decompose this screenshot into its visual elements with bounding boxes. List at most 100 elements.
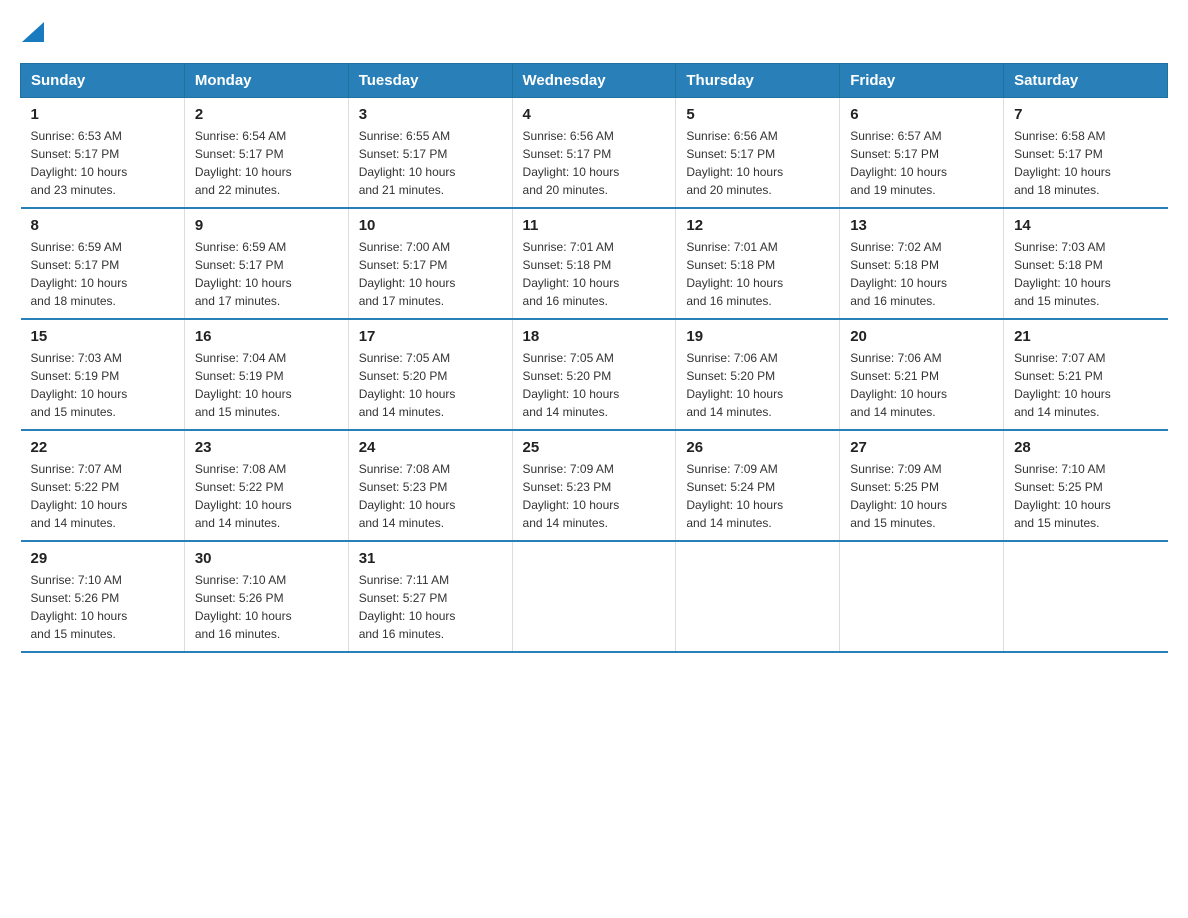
calendar-day-cell: 27 Sunrise: 7:09 AMSunset: 5:25 PMDaylig… (840, 430, 1004, 541)
day-info: Sunrise: 6:54 AMSunset: 5:17 PMDaylight:… (195, 129, 292, 197)
calendar-day-cell: 8 Sunrise: 6:59 AMSunset: 5:17 PMDayligh… (21, 208, 185, 319)
day-info: Sunrise: 6:58 AMSunset: 5:17 PMDaylight:… (1014, 129, 1111, 197)
day-info: Sunrise: 6:56 AMSunset: 5:17 PMDaylight:… (523, 129, 620, 197)
day-info: Sunrise: 6:59 AMSunset: 5:17 PMDaylight:… (31, 240, 128, 308)
calendar-day-cell: 16 Sunrise: 7:04 AMSunset: 5:19 PMDaylig… (184, 319, 348, 430)
day-info: Sunrise: 7:10 AMSunset: 5:26 PMDaylight:… (195, 573, 292, 641)
calendar-day-cell: 15 Sunrise: 7:03 AMSunset: 5:19 PMDaylig… (21, 319, 185, 430)
day-number: 17 (359, 328, 502, 345)
calendar-day-cell: 12 Sunrise: 7:01 AMSunset: 5:18 PMDaylig… (676, 208, 840, 319)
calendar-week-row: 15 Sunrise: 7:03 AMSunset: 5:19 PMDaylig… (21, 319, 1168, 430)
calendar-day-cell: 24 Sunrise: 7:08 AMSunset: 5:23 PMDaylig… (348, 430, 512, 541)
calendar-week-row: 8 Sunrise: 6:59 AMSunset: 5:17 PMDayligh… (21, 208, 1168, 319)
calendar-day-cell: 9 Sunrise: 6:59 AMSunset: 5:17 PMDayligh… (184, 208, 348, 319)
calendar-week-row: 1 Sunrise: 6:53 AMSunset: 5:17 PMDayligh… (21, 98, 1168, 209)
day-number: 25 (523, 439, 666, 456)
day-number: 28 (1014, 439, 1157, 456)
day-info: Sunrise: 7:01 AMSunset: 5:18 PMDaylight:… (686, 240, 783, 308)
day-number: 14 (1014, 217, 1157, 234)
day-info: Sunrise: 7:02 AMSunset: 5:18 PMDaylight:… (850, 240, 947, 308)
day-info: Sunrise: 7:06 AMSunset: 5:20 PMDaylight:… (686, 351, 783, 419)
calendar-day-cell: 31 Sunrise: 7:11 AMSunset: 5:27 PMDaylig… (348, 541, 512, 652)
day-info: Sunrise: 7:10 AMSunset: 5:26 PMDaylight:… (31, 573, 128, 641)
day-number: 23 (195, 439, 338, 456)
day-number: 2 (195, 106, 338, 123)
calendar-day-cell: 22 Sunrise: 7:07 AMSunset: 5:22 PMDaylig… (21, 430, 185, 541)
header-saturday: Saturday (1004, 64, 1168, 98)
day-number: 1 (31, 106, 174, 123)
day-number: 27 (850, 439, 993, 456)
header-thursday: Thursday (676, 64, 840, 98)
calendar-day-cell: 1 Sunrise: 6:53 AMSunset: 5:17 PMDayligh… (21, 98, 185, 209)
day-number: 10 (359, 217, 502, 234)
calendar-day-cell: 13 Sunrise: 7:02 AMSunset: 5:18 PMDaylig… (840, 208, 1004, 319)
calendar-body: 1 Sunrise: 6:53 AMSunset: 5:17 PMDayligh… (21, 98, 1168, 653)
day-info: Sunrise: 7:06 AMSunset: 5:21 PMDaylight:… (850, 351, 947, 419)
day-info: Sunrise: 6:56 AMSunset: 5:17 PMDaylight:… (686, 129, 783, 197)
calendar-day-cell (840, 541, 1004, 652)
header-tuesday: Tuesday (348, 64, 512, 98)
calendar-day-cell: 5 Sunrise: 6:56 AMSunset: 5:17 PMDayligh… (676, 98, 840, 209)
day-info: Sunrise: 7:03 AMSunset: 5:18 PMDaylight:… (1014, 240, 1111, 308)
calendar-table: Sunday Monday Tuesday Wednesday Thursday… (20, 63, 1168, 653)
calendar-week-row: 22 Sunrise: 7:07 AMSunset: 5:22 PMDaylig… (21, 430, 1168, 541)
calendar-day-cell: 19 Sunrise: 7:06 AMSunset: 5:20 PMDaylig… (676, 319, 840, 430)
day-number: 7 (1014, 106, 1157, 123)
day-info: Sunrise: 7:04 AMSunset: 5:19 PMDaylight:… (195, 351, 292, 419)
day-number: 19 (686, 328, 829, 345)
day-number: 8 (31, 217, 174, 234)
day-info: Sunrise: 7:05 AMSunset: 5:20 PMDaylight:… (359, 351, 456, 419)
day-info: Sunrise: 6:57 AMSunset: 5:17 PMDaylight:… (850, 129, 947, 197)
day-number: 9 (195, 217, 338, 234)
calendar-day-cell: 2 Sunrise: 6:54 AMSunset: 5:17 PMDayligh… (184, 98, 348, 209)
day-number: 31 (359, 550, 502, 567)
day-info: Sunrise: 7:05 AMSunset: 5:20 PMDaylight:… (523, 351, 620, 419)
day-info: Sunrise: 7:07 AMSunset: 5:21 PMDaylight:… (1014, 351, 1111, 419)
day-number: 21 (1014, 328, 1157, 345)
day-info: Sunrise: 7:01 AMSunset: 5:18 PMDaylight:… (523, 240, 620, 308)
calendar-day-cell: 28 Sunrise: 7:10 AMSunset: 5:25 PMDaylig… (1004, 430, 1168, 541)
header-sunday: Sunday (21, 64, 185, 98)
calendar-day-cell (1004, 541, 1168, 652)
calendar-day-cell: 29 Sunrise: 7:10 AMSunset: 5:26 PMDaylig… (21, 541, 185, 652)
day-number: 24 (359, 439, 502, 456)
day-info: Sunrise: 7:11 AMSunset: 5:27 PMDaylight:… (359, 573, 456, 641)
calendar-day-cell: 23 Sunrise: 7:08 AMSunset: 5:22 PMDaylig… (184, 430, 348, 541)
calendar-day-cell: 10 Sunrise: 7:00 AMSunset: 5:17 PMDaylig… (348, 208, 512, 319)
calendar-day-cell: 6 Sunrise: 6:57 AMSunset: 5:17 PMDayligh… (840, 98, 1004, 209)
header-wednesday: Wednesday (512, 64, 676, 98)
day-number: 18 (523, 328, 666, 345)
calendar-day-cell: 21 Sunrise: 7:07 AMSunset: 5:21 PMDaylig… (1004, 319, 1168, 430)
logo (20, 20, 44, 43)
calendar-week-row: 29 Sunrise: 7:10 AMSunset: 5:26 PMDaylig… (21, 541, 1168, 652)
day-info: Sunrise: 6:59 AMSunset: 5:17 PMDaylight:… (195, 240, 292, 308)
day-number: 11 (523, 217, 666, 234)
day-number: 4 (523, 106, 666, 123)
day-number: 29 (31, 550, 174, 567)
day-number: 13 (850, 217, 993, 234)
day-number: 20 (850, 328, 993, 345)
calendar-day-cell: 25 Sunrise: 7:09 AMSunset: 5:23 PMDaylig… (512, 430, 676, 541)
calendar-day-cell: 7 Sunrise: 6:58 AMSunset: 5:17 PMDayligh… (1004, 98, 1168, 209)
day-info: Sunrise: 7:08 AMSunset: 5:22 PMDaylight:… (195, 462, 292, 530)
calendar-day-cell (676, 541, 840, 652)
day-number: 3 (359, 106, 502, 123)
calendar-day-cell: 3 Sunrise: 6:55 AMSunset: 5:17 PMDayligh… (348, 98, 512, 209)
page-header (20, 20, 1168, 43)
calendar-day-cell: 18 Sunrise: 7:05 AMSunset: 5:20 PMDaylig… (512, 319, 676, 430)
calendar-day-cell: 17 Sunrise: 7:05 AMSunset: 5:20 PMDaylig… (348, 319, 512, 430)
header-friday: Friday (840, 64, 1004, 98)
calendar-day-cell: 30 Sunrise: 7:10 AMSunset: 5:26 PMDaylig… (184, 541, 348, 652)
day-number: 30 (195, 550, 338, 567)
day-info: Sunrise: 7:03 AMSunset: 5:19 PMDaylight:… (31, 351, 128, 419)
day-number: 5 (686, 106, 829, 123)
calendar-header-row: Sunday Monday Tuesday Wednesday Thursday… (21, 64, 1168, 98)
day-number: 26 (686, 439, 829, 456)
day-number: 16 (195, 328, 338, 345)
calendar-day-cell: 26 Sunrise: 7:09 AMSunset: 5:24 PMDaylig… (676, 430, 840, 541)
day-info: Sunrise: 6:55 AMSunset: 5:17 PMDaylight:… (359, 129, 456, 197)
day-number: 22 (31, 439, 174, 456)
logo-triangle-icon (22, 22, 44, 42)
header-monday: Monday (184, 64, 348, 98)
day-info: Sunrise: 7:07 AMSunset: 5:22 PMDaylight:… (31, 462, 128, 530)
